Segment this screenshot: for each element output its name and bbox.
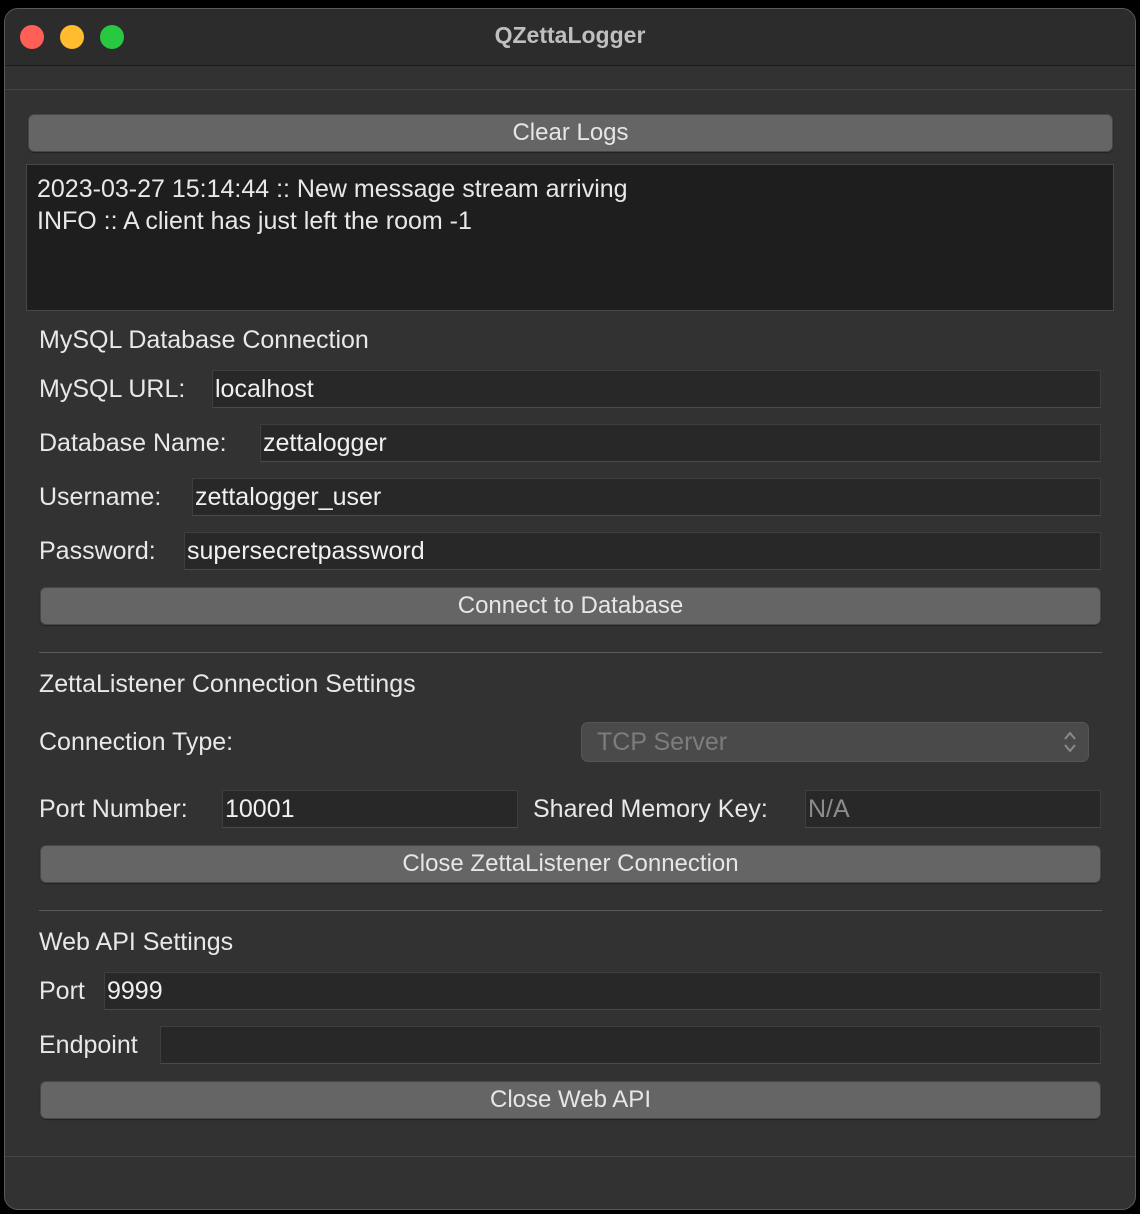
endpoint-input[interactable] xyxy=(160,1026,1101,1064)
webapi-port-label: Port xyxy=(39,977,85,1005)
window-title: QZettaLogger xyxy=(494,22,646,48)
webapi-section-title: Web API Settings xyxy=(39,928,234,956)
shared-memory-key-input[interactable]: N/A xyxy=(805,790,1101,828)
mysql-url-label: MySQL URL: xyxy=(39,375,186,403)
close-listener-button[interactable]: Close ZettaListener Connection xyxy=(40,845,1101,883)
listener-section-title: ZettaListener Connection Settings xyxy=(39,670,416,698)
mysql-url-input[interactable]: localhost xyxy=(212,370,1101,408)
main-window: QZettaLogger Clear Logs 2023-03-27 15:14… xyxy=(4,8,1136,1210)
database-name-input[interactable]: zettalogger xyxy=(260,424,1101,462)
log-line: 2023-03-27 15:14:44 :: New message strea… xyxy=(37,175,628,203)
username-input[interactable]: zettalogger_user xyxy=(192,478,1101,516)
toolbar-divider xyxy=(5,89,1135,90)
connection-type-label: Connection Type: xyxy=(39,728,234,756)
shared-memory-key-label: Shared Memory Key: xyxy=(533,795,768,823)
password-label: Password: xyxy=(39,537,156,565)
port-number-input[interactable]: 10001 xyxy=(222,790,518,828)
webapi-port-input[interactable]: 9999 xyxy=(104,972,1101,1010)
status-bar-divider xyxy=(5,1156,1135,1157)
section-divider xyxy=(39,910,1102,911)
close-webapi-button[interactable]: Close Web API xyxy=(40,1081,1101,1119)
section-divider xyxy=(39,652,1102,653)
log-output[interactable]: 2023-03-27 15:14:44 :: New message strea… xyxy=(26,164,1114,311)
mysql-section-title: MySQL Database Connection xyxy=(39,326,369,354)
up-down-chevron-icon xyxy=(1064,731,1076,753)
title-bar: QZettaLogger xyxy=(5,9,1135,66)
connect-database-button[interactable]: Connect to Database xyxy=(40,587,1101,625)
clear-logs-button[interactable]: Clear Logs xyxy=(28,114,1113,152)
password-input[interactable]: supersecretpassword xyxy=(184,532,1101,570)
port-number-label: Port Number: xyxy=(39,795,188,823)
endpoint-label: Endpoint xyxy=(39,1031,138,1059)
log-line: INFO :: A client has just left the room … xyxy=(37,207,472,235)
username-label: Username: xyxy=(39,483,162,511)
connection-type-value: TCP Server xyxy=(597,728,728,756)
connection-type-select[interactable]: TCP Server xyxy=(581,722,1089,762)
database-name-label: Database Name: xyxy=(39,429,227,457)
